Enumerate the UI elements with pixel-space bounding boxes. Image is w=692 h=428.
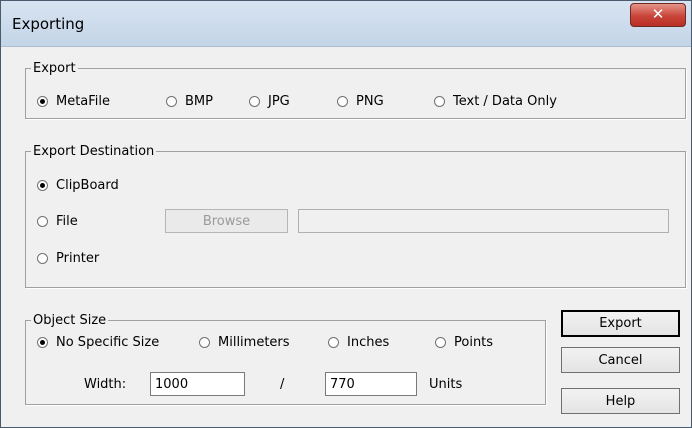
radio-label: JPG [268, 94, 290, 109]
height-input[interactable] [325, 372, 417, 396]
radio-metafile[interactable]: MetaFile [37, 94, 110, 109]
dialog-title: Exporting [12, 15, 85, 33]
radio-file[interactable]: File [37, 214, 78, 229]
cancel-button[interactable]: Cancel [561, 347, 680, 373]
dialog-content: Export MetaFile BMP JPG PNG Text / Data … [8, 47, 686, 420]
radio-label: Millimeters [218, 335, 290, 350]
radio-millimeters[interactable]: Millimeters [199, 335, 290, 350]
radio-label: Printer [56, 251, 100, 266]
radio-circle [37, 216, 48, 227]
close-icon: ✕ [651, 5, 665, 23]
object-size-legend: Object Size [33, 313, 107, 328]
radio-text-data-only[interactable]: Text / Data Only [434, 94, 557, 109]
radio-jpg[interactable]: JPG [249, 94, 290, 109]
radio-circle [37, 337, 48, 348]
radio-circle [434, 96, 445, 107]
radio-circle [328, 337, 339, 348]
radio-png[interactable]: PNG [337, 94, 384, 109]
radio-circle [37, 180, 48, 191]
radio-label: PNG [356, 94, 384, 109]
units-label: Units [429, 377, 463, 392]
radio-inches[interactable]: Inches [328, 335, 389, 350]
radio-label: Text / Data Only [453, 94, 557, 109]
radio-label: Inches [347, 335, 390, 350]
title-bar[interactable]: Exporting ✕ [1, 1, 691, 47]
radio-label: BMP [185, 94, 213, 109]
radio-circle [199, 337, 210, 348]
export-group: Export [25, 61, 686, 119]
exporting-dialog: Exporting ✕ Export MetaFile BMP JPG PNG … [0, 0, 692, 428]
radio-circle [337, 96, 348, 107]
radio-circle [435, 337, 446, 348]
file-path-input[interactable] [298, 209, 669, 233]
radio-label: ClipBoard [56, 178, 119, 193]
radio-bmp[interactable]: BMP [166, 94, 213, 109]
radio-label: Points [454, 335, 494, 350]
radio-label: MetaFile [56, 94, 111, 109]
browse-button[interactable]: Browse [165, 209, 288, 233]
radio-circle [166, 96, 177, 107]
radio-clipboard[interactable]: ClipBoard [37, 178, 119, 193]
radio-no-specific-size[interactable]: No Specific Size [37, 335, 159, 350]
radio-circle [37, 96, 48, 107]
radio-printer[interactable]: Printer [37, 251, 99, 266]
destination-legend: Export Destination [33, 144, 155, 159]
export-legend: Export [33, 61, 76, 76]
radio-label: No Specific Size [56, 335, 160, 350]
width-input[interactable] [150, 372, 245, 396]
export-button[interactable]: Export [561, 310, 680, 337]
radio-circle [249, 96, 260, 107]
help-button[interactable]: Help [561, 388, 680, 414]
radio-points[interactable]: Points [435, 335, 493, 350]
size-separator: / [280, 377, 285, 392]
radio-circle [37, 253, 48, 264]
width-label: Width: [84, 377, 127, 392]
close-button[interactable]: ✕ [630, 3, 686, 27]
radio-label: File [56, 214, 78, 229]
